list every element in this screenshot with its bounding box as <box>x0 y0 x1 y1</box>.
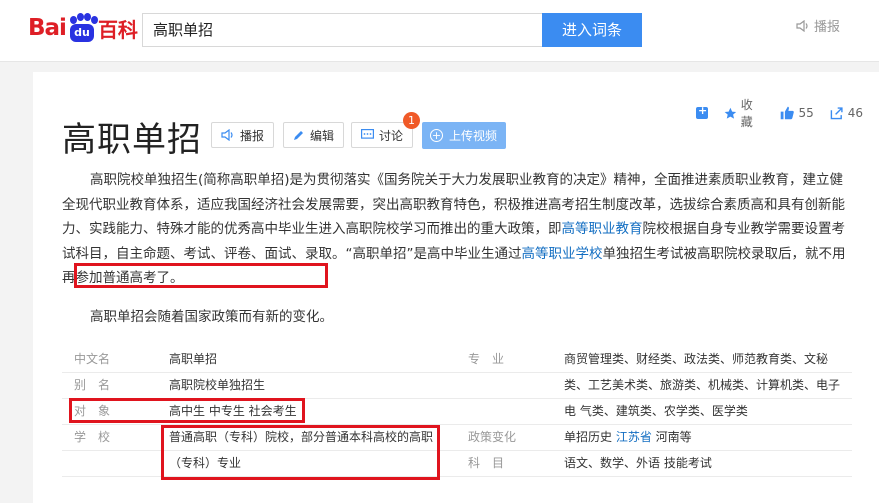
comment-icon <box>361 129 374 139</box>
discuss-label: 讨论 <box>379 128 404 143</box>
info-label: 中文名 <box>74 352 111 366</box>
play-button[interactable]: 播报 <box>211 122 275 148</box>
info-label: 学 校 <box>74 430 111 444</box>
highlight-box-school <box>161 425 440 480</box>
top-header: Bai du 百科 高职单招 进入词条 播报 <box>0 0 879 62</box>
page-title: 高职单招 <box>62 120 202 160</box>
header-play-label: 播报 <box>814 20 841 35</box>
info-label: 专 业 <box>468 352 505 366</box>
thumbs-up-icon <box>781 106 795 120</box>
summary-paragraph-2: 高职单招会随着国家政策而有新的变化。 <box>90 309 333 325</box>
share-count: 46 <box>847 106 863 120</box>
logo-bai: Bai <box>28 15 67 41</box>
like-count: 55 <box>798 106 814 120</box>
table-row: 中文名 高职单招 专 业 商贸管理类、财经类、政法类、师范教育类、文秘 <box>62 346 852 373</box>
highlight-box-admission <box>74 263 328 288</box>
content-card: 收藏 55 46 高职单招 播报 编辑 讨论 1 + 上传视频 高职院校单独招生… <box>33 72 879 503</box>
info-label: 政策变化 <box>468 430 517 444</box>
info-label: 科 目 <box>468 456 505 470</box>
upload-label: 上传视频 <box>449 129 498 143</box>
like-button[interactable]: 55 <box>780 106 814 120</box>
link-higher-vocational-school[interactable]: 高等职业学校 <box>522 246 603 262</box>
entry-actions: 收藏 55 46 <box>696 96 879 130</box>
policy-text-pre: 单招历史 <box>564 430 616 444</box>
enter-entry-button[interactable]: 进入词条 <box>542 13 642 47</box>
edit-button[interactable]: 编辑 <box>283 122 345 148</box>
plus-circle-icon: + <box>430 129 443 142</box>
speaker-icon <box>221 129 233 141</box>
edit-label: 编辑 <box>310 128 335 143</box>
policy-text-post: 河南等 <box>651 430 692 444</box>
collect-button[interactable]: 收藏 <box>724 96 764 130</box>
upload-video-button[interactable]: + 上传视频 <box>422 122 506 149</box>
discuss-button[interactable]: 讨论 <box>351 122 414 148</box>
search-input[interactable]: 高职单招 <box>142 13 542 47</box>
info-label: 别 名 <box>74 378 111 392</box>
link-higher-vocational-education[interactable]: 高等职业教育 <box>562 221 643 237</box>
collect-label: 收藏 <box>740 98 753 129</box>
speaker-icon <box>796 19 808 32</box>
header-play-button[interactable]: 播报 <box>796 16 840 35</box>
logo-du: du <box>74 26 90 39</box>
info-value: 电 气类、建筑类、农学类、医学类 <box>564 404 748 418</box>
info-value: 高职单招 <box>169 352 218 366</box>
share-button[interactable]: 46 <box>830 106 863 120</box>
plus-square-icon <box>696 104 708 119</box>
baidu-baike-logo[interactable]: Bai du 百科 <box>28 10 138 46</box>
pencil-icon <box>294 131 303 140</box>
play-label: 播报 <box>240 128 265 143</box>
logo-baike: 百科 <box>97 17 138 42</box>
add-button[interactable] <box>696 104 708 119</box>
paw-icon: du <box>67 13 98 43</box>
info-value: 语文、数学、外语 技能考试 <box>564 456 712 470</box>
table-row: 别 名 高职院校单独招生 类、工艺美术类、旅游类、机械类、计算机类、电子 <box>62 372 852 399</box>
star-icon <box>724 107 737 119</box>
info-value: 类、工艺美术类、旅游类、机械类、计算机类、电子 <box>564 378 841 392</box>
info-value: 商贸管理类、财经类、政法类、师范教育类、文秘 <box>564 352 829 366</box>
info-value: 高职院校单独招生 <box>169 378 266 392</box>
share-icon <box>830 107 843 120</box>
info-value: 单招历史 江苏省 河南等 <box>564 424 692 451</box>
highlight-box-target <box>69 398 305 423</box>
discuss-badge: 1 <box>403 112 420 129</box>
link-jiangsu[interactable]: 江苏省 <box>616 430 652 444</box>
